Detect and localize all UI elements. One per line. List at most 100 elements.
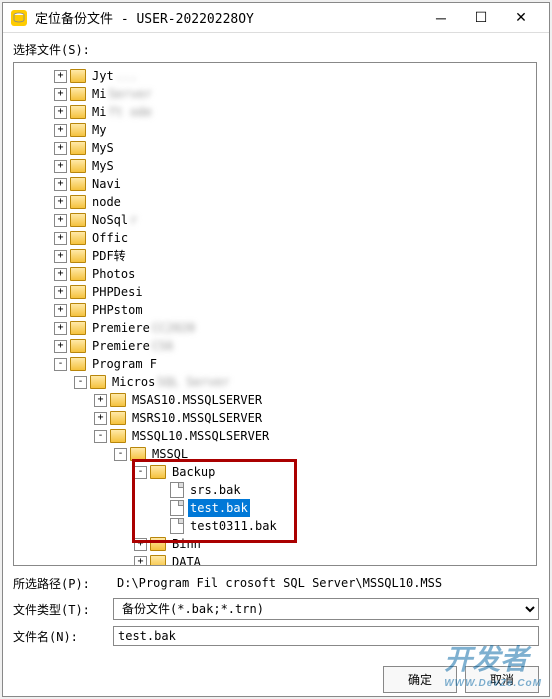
- tree-node[interactable]: + MyS: [14, 139, 536, 157]
- expand-icon[interactable]: +: [54, 88, 67, 101]
- app-icon: [11, 10, 27, 26]
- collapse-icon[interactable]: -: [94, 430, 107, 443]
- tree-node-label[interactable]: MyS: [90, 139, 116, 157]
- tree-node[interactable]: + Binn: [14, 535, 536, 553]
- tree-node-label[interactable]: MSAS10.MSSQLSERVER: [130, 391, 264, 409]
- tree-node-label[interactable]: PHPstom: [90, 301, 145, 319]
- expand-icon[interactable]: +: [54, 142, 67, 155]
- close-button[interactable]: ✕: [501, 4, 541, 32]
- expand-icon[interactable]: +: [54, 340, 67, 353]
- expand-icon[interactable]: +: [94, 412, 107, 425]
- collapse-icon[interactable]: -: [54, 358, 67, 371]
- collapse-icon[interactable]: -: [74, 376, 87, 389]
- collapse-icon[interactable]: -: [134, 466, 147, 479]
- tree-node[interactable]: + MyS: [14, 157, 536, 175]
- tree-node-label[interactable]: Mi: [90, 103, 108, 121]
- collapse-icon[interactable]: -: [114, 448, 127, 461]
- folder-icon: [70, 141, 86, 155]
- expand-icon[interactable]: +: [54, 124, 67, 137]
- tree-node[interactable]: -Micros SQL Server: [14, 373, 536, 391]
- tree-node[interactable]: + My: [14, 121, 536, 139]
- tree-node[interactable]: - MSSQL: [14, 445, 536, 463]
- folder-icon: [70, 69, 86, 83]
- expand-icon[interactable]: +: [134, 538, 147, 551]
- bottom-form: 所选路径(P): D:\Program Fil crosoft SQL Serv…: [13, 574, 539, 646]
- tree-node[interactable]: +NoSql r: [14, 211, 536, 229]
- tree-node-label[interactable]: srs.bak: [188, 481, 243, 499]
- tree-node-label[interactable]: test0311.bak: [188, 517, 279, 535]
- tree-node[interactable]: + PHPstom: [14, 301, 536, 319]
- tree-node-label[interactable]: MyS: [90, 157, 116, 175]
- tree-node-label[interactable]: Navi: [90, 175, 123, 193]
- tree-node[interactable]: + MSRS10.MSSQLSERVER: [14, 409, 536, 427]
- tree-node-label[interactable]: DATA: [170, 553, 203, 566]
- filename-input[interactable]: [113, 626, 539, 646]
- tree-node-label[interactable]: Offic: [90, 229, 130, 247]
- file-icon: [170, 482, 184, 498]
- tree-node-label[interactable]: Premiere: [90, 337, 152, 355]
- tree-node[interactable]: + MSAS10.MSSQLSERVER: [14, 391, 536, 409]
- filetype-select[interactable]: 备份文件(*.bak;*.trn): [113, 598, 539, 620]
- redacted-text: ft ode: [108, 103, 151, 121]
- tree-node[interactable]: - MSSQL10.MSSQLSERVER: [14, 427, 536, 445]
- folder-open-icon: [150, 465, 166, 479]
- tree-node[interactable]: + DATA: [14, 553, 536, 566]
- tree-node-label[interactable]: node: [90, 193, 123, 211]
- expand-icon[interactable]: +: [54, 106, 67, 119]
- tree-node[interactable]: +Mi Server: [14, 85, 536, 103]
- expand-icon[interactable]: +: [54, 178, 67, 191]
- expand-icon[interactable]: +: [54, 268, 67, 281]
- tree-node-label[interactable]: Mi: [90, 85, 108, 103]
- tree-node-label[interactable]: MSSQL10.MSSQLSERVER: [130, 427, 271, 445]
- expand-icon[interactable]: +: [54, 70, 67, 83]
- tree-node-label[interactable]: Premiere: [90, 319, 152, 337]
- tree-node-label[interactable]: My: [90, 121, 108, 139]
- minimize-button[interactable]: ─: [421, 4, 461, 32]
- tree-node[interactable]: srs.bak: [14, 481, 536, 499]
- tree-node[interactable]: + Mi ft ode: [14, 103, 536, 121]
- expand-icon[interactable]: +: [54, 322, 67, 335]
- tree-node-label[interactable]: Program F: [90, 355, 159, 373]
- tree-node[interactable]: + node: [14, 193, 536, 211]
- tree-node[interactable]: + Photos: [14, 265, 536, 283]
- maximize-button[interactable]: ☐: [461, 4, 501, 32]
- tree-node[interactable]: - Program F: [14, 355, 536, 373]
- tree-node-label[interactable]: NoSql: [90, 211, 130, 229]
- tree-node-label[interactable]: test.bak: [188, 499, 250, 517]
- tree-node[interactable]: test0311.bak: [14, 517, 536, 535]
- file-tree[interactable]: +Jyt...+Mi Server+Mi ft ode+My +MyS +MyS…: [13, 62, 537, 566]
- expand-icon[interactable]: +: [94, 394, 107, 407]
- ok-button[interactable]: 确定: [383, 666, 457, 693]
- tree-node[interactable]: + PHPDesi: [14, 283, 536, 301]
- dialog-buttons: 确定 取消: [3, 660, 549, 693]
- titlebar[interactable]: 定位备份文件 - USER-20220228OY ─ ☐ ✕: [3, 3, 549, 33]
- tree-node-label[interactable]: MSSQL: [150, 445, 190, 463]
- tree-node-label[interactable]: Binn: [170, 535, 203, 553]
- tree-node[interactable]: - Backup: [14, 463, 536, 481]
- tree-node[interactable]: +Jyt...: [14, 67, 536, 85]
- tree-node[interactable]: +Premiere CC2020: [14, 319, 536, 337]
- expand-icon[interactable]: +: [54, 250, 67, 263]
- tree-node-label[interactable]: PHPDesi: [90, 283, 145, 301]
- tree-node[interactable]: + Offic: [14, 229, 536, 247]
- expand-icon[interactable]: +: [54, 214, 67, 227]
- folder-icon: [150, 555, 166, 566]
- cancel-button[interactable]: 取消: [465, 666, 539, 693]
- tree-node-label[interactable]: Backup: [170, 463, 217, 481]
- tree-node[interactable]: + PDF转: [14, 247, 536, 265]
- tree-node-label[interactable]: PDF转: [90, 247, 128, 265]
- tree-node-label[interactable]: Jyt: [90, 67, 116, 85]
- tree-node[interactable]: +Premiere CS6: [14, 337, 536, 355]
- window-title: 定位备份文件 - USER-20220228OY: [35, 8, 421, 27]
- tree-node[interactable]: + Navi: [14, 175, 536, 193]
- tree-node-label[interactable]: MSRS10.MSSQLSERVER: [130, 409, 264, 427]
- expand-icon[interactable]: +: [54, 232, 67, 245]
- expand-icon[interactable]: +: [54, 196, 67, 209]
- expand-icon[interactable]: +: [54, 304, 67, 317]
- tree-node[interactable]: test.bak: [14, 499, 536, 517]
- tree-node-label[interactable]: Photos: [90, 265, 137, 283]
- expand-icon[interactable]: +: [134, 556, 147, 567]
- tree-node-label[interactable]: Micros: [110, 373, 157, 391]
- expand-icon[interactable]: +: [54, 286, 67, 299]
- expand-icon[interactable]: +: [54, 160, 67, 173]
